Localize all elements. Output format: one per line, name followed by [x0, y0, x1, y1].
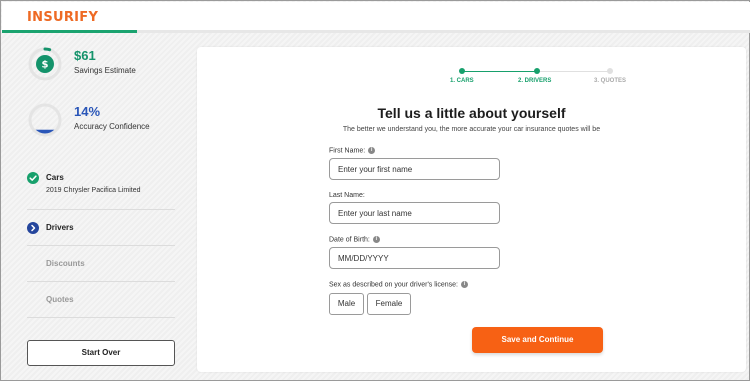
- accuracy-gauge: [27, 102, 63, 138]
- sex-label-text: Sex as described on your driver's licens…: [329, 281, 458, 289]
- step-label-quotes: 3. QUOTES: [594, 78, 627, 84]
- app-window: INSURIFY $ $61 Savings Estimate 14% Accu…: [0, 0, 750, 381]
- first-name-label: First Name: i: [329, 147, 376, 155]
- accuracy-value: 14%: [74, 104, 101, 119]
- accuracy-label: Accuracy Confidence: [74, 122, 150, 131]
- form-title: Tell us a little about yourself: [377, 105, 566, 121]
- nav-item-quotes[interactable]: Quotes: [27, 282, 175, 318]
- form-subtitle: The better we understand you, the more a…: [342, 126, 601, 133]
- nav-label-drivers: Drivers: [46, 223, 74, 232]
- dob-input[interactable]: [329, 247, 500, 269]
- step-connector-1: [462, 71, 537, 72]
- info-icon[interactable]: i: [368, 147, 376, 154]
- nav-subtitle-car: 2019 Chrysler Pacifica Limited: [46, 187, 141, 194]
- nav-label-quotes: Quotes: [46, 295, 74, 304]
- step-dot-drivers: [534, 68, 540, 74]
- step-connector-2: [537, 71, 610, 72]
- driver-form-card: 1. CARS 2. DRIVERS 3. QUOTES Tell us a l…: [197, 47, 746, 372]
- accuracy-confidence: 14% Accuracy Confidence: [27, 102, 197, 140]
- step-dot-quotes: [607, 68, 613, 74]
- last-name-label: Last Name:: [329, 192, 365, 199]
- savings-ring: $: [27, 46, 63, 82]
- step-dot-cars: [459, 68, 465, 74]
- nav-item-discounts[interactable]: Discounts: [27, 246, 175, 282]
- step-label-drivers[interactable]: 2. DRIVERS: [518, 78, 551, 84]
- header: INSURIFY: [2, 2, 750, 31]
- check-icon: [27, 172, 39, 184]
- insurify-logo[interactable]: INSURIFY: [27, 10, 98, 25]
- savings-estimate: $ $61 Savings Estimate: [27, 46, 197, 84]
- dob-label-text: Date of Birth:: [329, 236, 370, 244]
- nav-label-discounts: Discounts: [46, 259, 85, 268]
- sex-female-button[interactable]: Female: [367, 293, 411, 315]
- nav-item-drivers[interactable]: Drivers: [27, 210, 175, 246]
- svg-text:$: $: [42, 60, 49, 71]
- start-over-button[interactable]: Start Over: [27, 340, 175, 366]
- first-name-label-text: First Name:: [329, 147, 366, 155]
- save-and-continue-button[interactable]: Save and Continue: [472, 327, 603, 353]
- info-icon[interactable]: i: [372, 236, 380, 243]
- info-icon[interactable]: i: [460, 281, 468, 288]
- step-indicator: 1. CARS 2. DRIVERS 3. QUOTES: [445, 67, 626, 97]
- step-label-cars[interactable]: 1. CARS: [450, 78, 474, 84]
- savings-label: Savings Estimate: [74, 66, 136, 75]
- progress-bar: [2, 30, 750, 33]
- progress-bar-fill: [2, 30, 137, 33]
- sex-male-button[interactable]: Male: [329, 293, 364, 315]
- last-name-input[interactable]: [329, 202, 500, 224]
- nav-label-cars: Cars: [46, 173, 64, 182]
- dob-label: Date of Birth: i: [329, 236, 380, 243]
- chevron-right-icon: [27, 222, 39, 234]
- savings-value: $61: [74, 48, 96, 63]
- nav-item-cars[interactable]: Cars 2019 Chrysler Pacifica Limited: [27, 164, 175, 210]
- progress-nav: Cars 2019 Chrysler Pacifica Limited Driv…: [27, 164, 175, 318]
- first-name-input[interactable]: [329, 158, 500, 180]
- sex-label: Sex as described on your driver's licens…: [329, 281, 468, 288]
- sidebar: $ $61 Savings Estimate 14% Accuracy Conf…: [2, 34, 192, 381]
- dollar-icon: $: [27, 46, 63, 82]
